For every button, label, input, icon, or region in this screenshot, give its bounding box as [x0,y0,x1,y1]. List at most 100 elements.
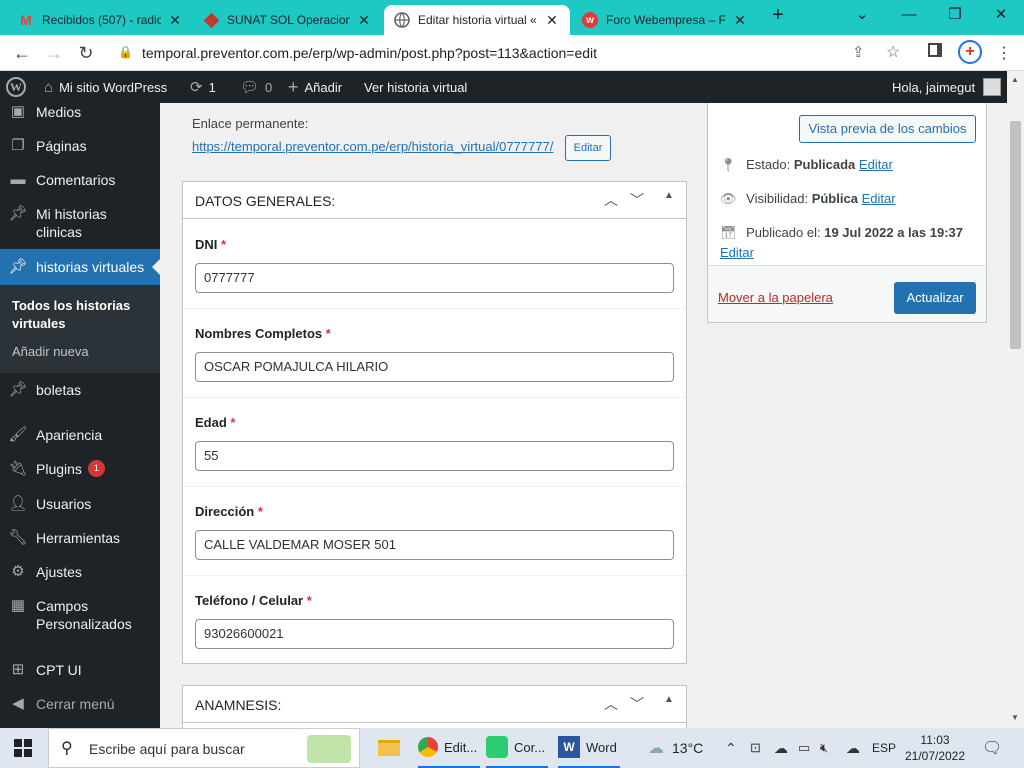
permalink-url[interactable]: https://temporal.preventor.com.pe/erp/hi… [192,139,553,154]
site-name-link[interactable]: ⌂ Mi sitio WordPress [44,71,167,103]
move-down-icon[interactable]: ﹀ [627,694,647,714]
clock-date: 21/07/2022 [904,749,966,763]
network-icon[interactable]: ▭ [798,728,810,768]
taskbar-app-cor[interactable]: Cor... [486,728,548,768]
move-up-icon[interactable]: ︿ [601,694,621,714]
sunat-icon [203,12,220,28]
back-icon[interactable]: ← [10,41,34,65]
sidebar-item-pages[interactable]: ❐ Páginas [0,137,160,155]
taskbar-search-box[interactable]: ⚲ Escribe aquí para buscar [48,728,360,768]
tray-app-icon[interactable]: ⊡ [750,728,761,768]
scroll-down-icon[interactable]: ▼ [1011,713,1019,722]
profile-icon[interactable]: + [958,40,982,64]
sidebar-toggle-icon[interactable] [928,43,942,57]
file-explorer-icon[interactable] [378,728,400,768]
admin-sidebar: ▣ Medios ❐ Páginas ▬ Comentarios 📌︎ Mi h… [0,103,160,728]
page-scrollbar[interactable]: ▲ ▼ [1007,71,1024,728]
update-button[interactable]: Actualizar [894,282,976,314]
status-row: 📍︎ Estado: Publicada Editar [720,157,893,173]
restore-icon[interactable]: ❐ [940,4,970,28]
url-box[interactable]: 🔒 temporal.preventor.com.pe/erp/wp-admin… [110,39,922,67]
close-icon[interactable]: ✕ [167,12,183,29]
share-icon[interactable]: ⇪ [852,43,865,61]
sidebar-item-historias-virtuales[interactable]: 📌︎ historias virtuales [0,249,160,285]
browser-tab-webempresa[interactable]: w Foro Webempresa – Fo ✕ [572,5,758,35]
scroll-thumb[interactable] [1010,121,1021,349]
sidebar-item-cpt-ui[interactable]: ⊞ CPT UI [0,661,160,679]
sidebar-item-label: Campos Personalizados [36,598,132,632]
view-post-link[interactable]: Ver historia virtual [364,71,467,103]
updates-link[interactable]: ⟳ 1 [190,71,216,103]
edit-date-link[interactable]: Editar [720,245,754,260]
taskbar-app-chrome[interactable]: Edit... [418,728,480,768]
bookmark-star-icon[interactable]: ☆ [886,42,900,62]
url-text[interactable]: temporal.preventor.com.pe/erp/wp-admin/p… [142,45,597,61]
tray-chevron-up-icon[interactable]: ⌃ [725,728,737,768]
submenu-add-new[interactable]: Añadir nueva [12,343,89,361]
reload-icon[interactable]: ↻ [74,41,98,65]
collapse-toggle-icon[interactable]: ▲ [659,190,679,210]
add-new-link[interactable]: + Añadir [288,71,342,103]
sidebar-item-appearance[interactable]: 🖌︎ Apariencia [0,426,160,444]
windows-start-icon[interactable] [14,728,32,768]
scroll-up-icon[interactable]: ▲ [1011,75,1019,84]
volume-muted-icon[interactable]: 🔇︎ [820,728,828,768]
direccion-input[interactable]: CALLE VALDEMAR MOSER 501 [195,530,674,560]
plugins-update-badge: 1 [87,460,105,477]
cloud-sync-icon[interactable]: ☁︎ [846,728,860,768]
forward-icon[interactable]: → [42,41,66,65]
pin-icon: 📌︎ [8,381,28,398]
browser-tab-active[interactable]: Editar historia virtual « ✕ [384,5,570,35]
collapse-toggle-icon[interactable]: ▲ [659,694,679,714]
taskbar-app-word[interactable]: W Word [558,728,620,768]
sidebar-item-custom-fields[interactable]: ▦ Campos Personalizados [0,597,140,633]
sidebar-item-media[interactable]: ▣ Medios [0,103,160,121]
close-window-icon[interactable]: ✕ [986,4,1016,28]
wordpress-logo-icon[interactable]: W [6,71,26,103]
webempresa-icon: w [582,12,598,28]
telefono-input[interactable]: 93026600021 [195,619,674,649]
permalink-edit-button[interactable]: Editar [565,135,611,161]
taskbar-clock[interactable]: 11:03 21/07/2022 [900,728,970,768]
move-down-icon[interactable]: ﹀ [627,190,647,210]
browser-tab-gmail[interactable]: M Recibidos (507) - radio ✕ [8,5,193,35]
chevron-down-icon[interactable]: ⌄ [847,4,877,28]
submenu-all-items[interactable]: Todos los historias virtuales [12,297,142,333]
dni-input[interactable]: 0777777 [195,263,674,293]
move-up-icon[interactable]: ︿ [601,190,621,210]
comments-link[interactable]: 💬︎ 0 [240,71,272,103]
more-menu-icon[interactable]: ⋮ [996,43,1012,63]
preview-changes-button[interactable]: Vista previa de los cambios [799,115,976,143]
eye-icon: 👁︎ [720,191,737,206]
minimize-icon[interactable]: — [894,4,924,28]
edit-status-link[interactable]: Editar [859,157,893,172]
edad-input[interactable]: 55 [195,441,674,471]
close-icon[interactable]: ✕ [356,12,372,29]
move-to-trash-link[interactable]: Mover a la papelera [718,290,833,305]
sidebar-item-settings[interactable]: ⚙︎ Ajustes [0,563,160,581]
nombres-input[interactable]: OSCAR POMAJULCA HILARIO [195,352,674,382]
weather-widget[interactable]: ☁︎ 13°C [648,728,703,768]
new-tab-button[interactable]: + [763,4,793,28]
edit-visibility-link[interactable]: Editar [862,191,896,206]
sidebar-item-plugins[interactable]: 🔌︎ Plugins 1 [0,460,160,478]
grid-icon: ▦ [10,597,26,614]
user-greeting[interactable]: Hola, jaimegut [892,71,1002,103]
input-language[interactable]: ESP [872,728,896,768]
globe-icon [394,12,410,28]
close-icon[interactable]: ✕ [732,12,748,29]
search-highlight-icon [307,735,351,763]
sidebar-item-boletas[interactable]: 📌︎ boletas [0,381,160,399]
sidebar-item-comments[interactable]: ▬ Comentarios [0,171,160,189]
browser-tab-sunat[interactable]: SUNAT SOL Operacion ✕ [196,5,382,35]
close-icon[interactable]: ✕ [544,12,560,29]
users-icon: 👤︎ [8,495,28,512]
notifications-icon[interactable]: 🗨︎ [982,728,1002,768]
required-mark: * [257,504,263,519]
sidebar-item-tools[interactable]: 🔧︎ Herramientas [0,529,160,547]
sidebar-collapse-menu[interactable]: ◀ Cerrar menú [0,695,160,713]
sidebar-item-users[interactable]: 👤︎ Usuarios [0,495,160,513]
comment-icon: 💬︎ [240,79,260,96]
sidebar-item-historias-clinicas[interactable]: 📌︎ Mi historias clinicas [0,205,130,241]
onedrive-icon[interactable]: ☁︎ [774,728,788,768]
